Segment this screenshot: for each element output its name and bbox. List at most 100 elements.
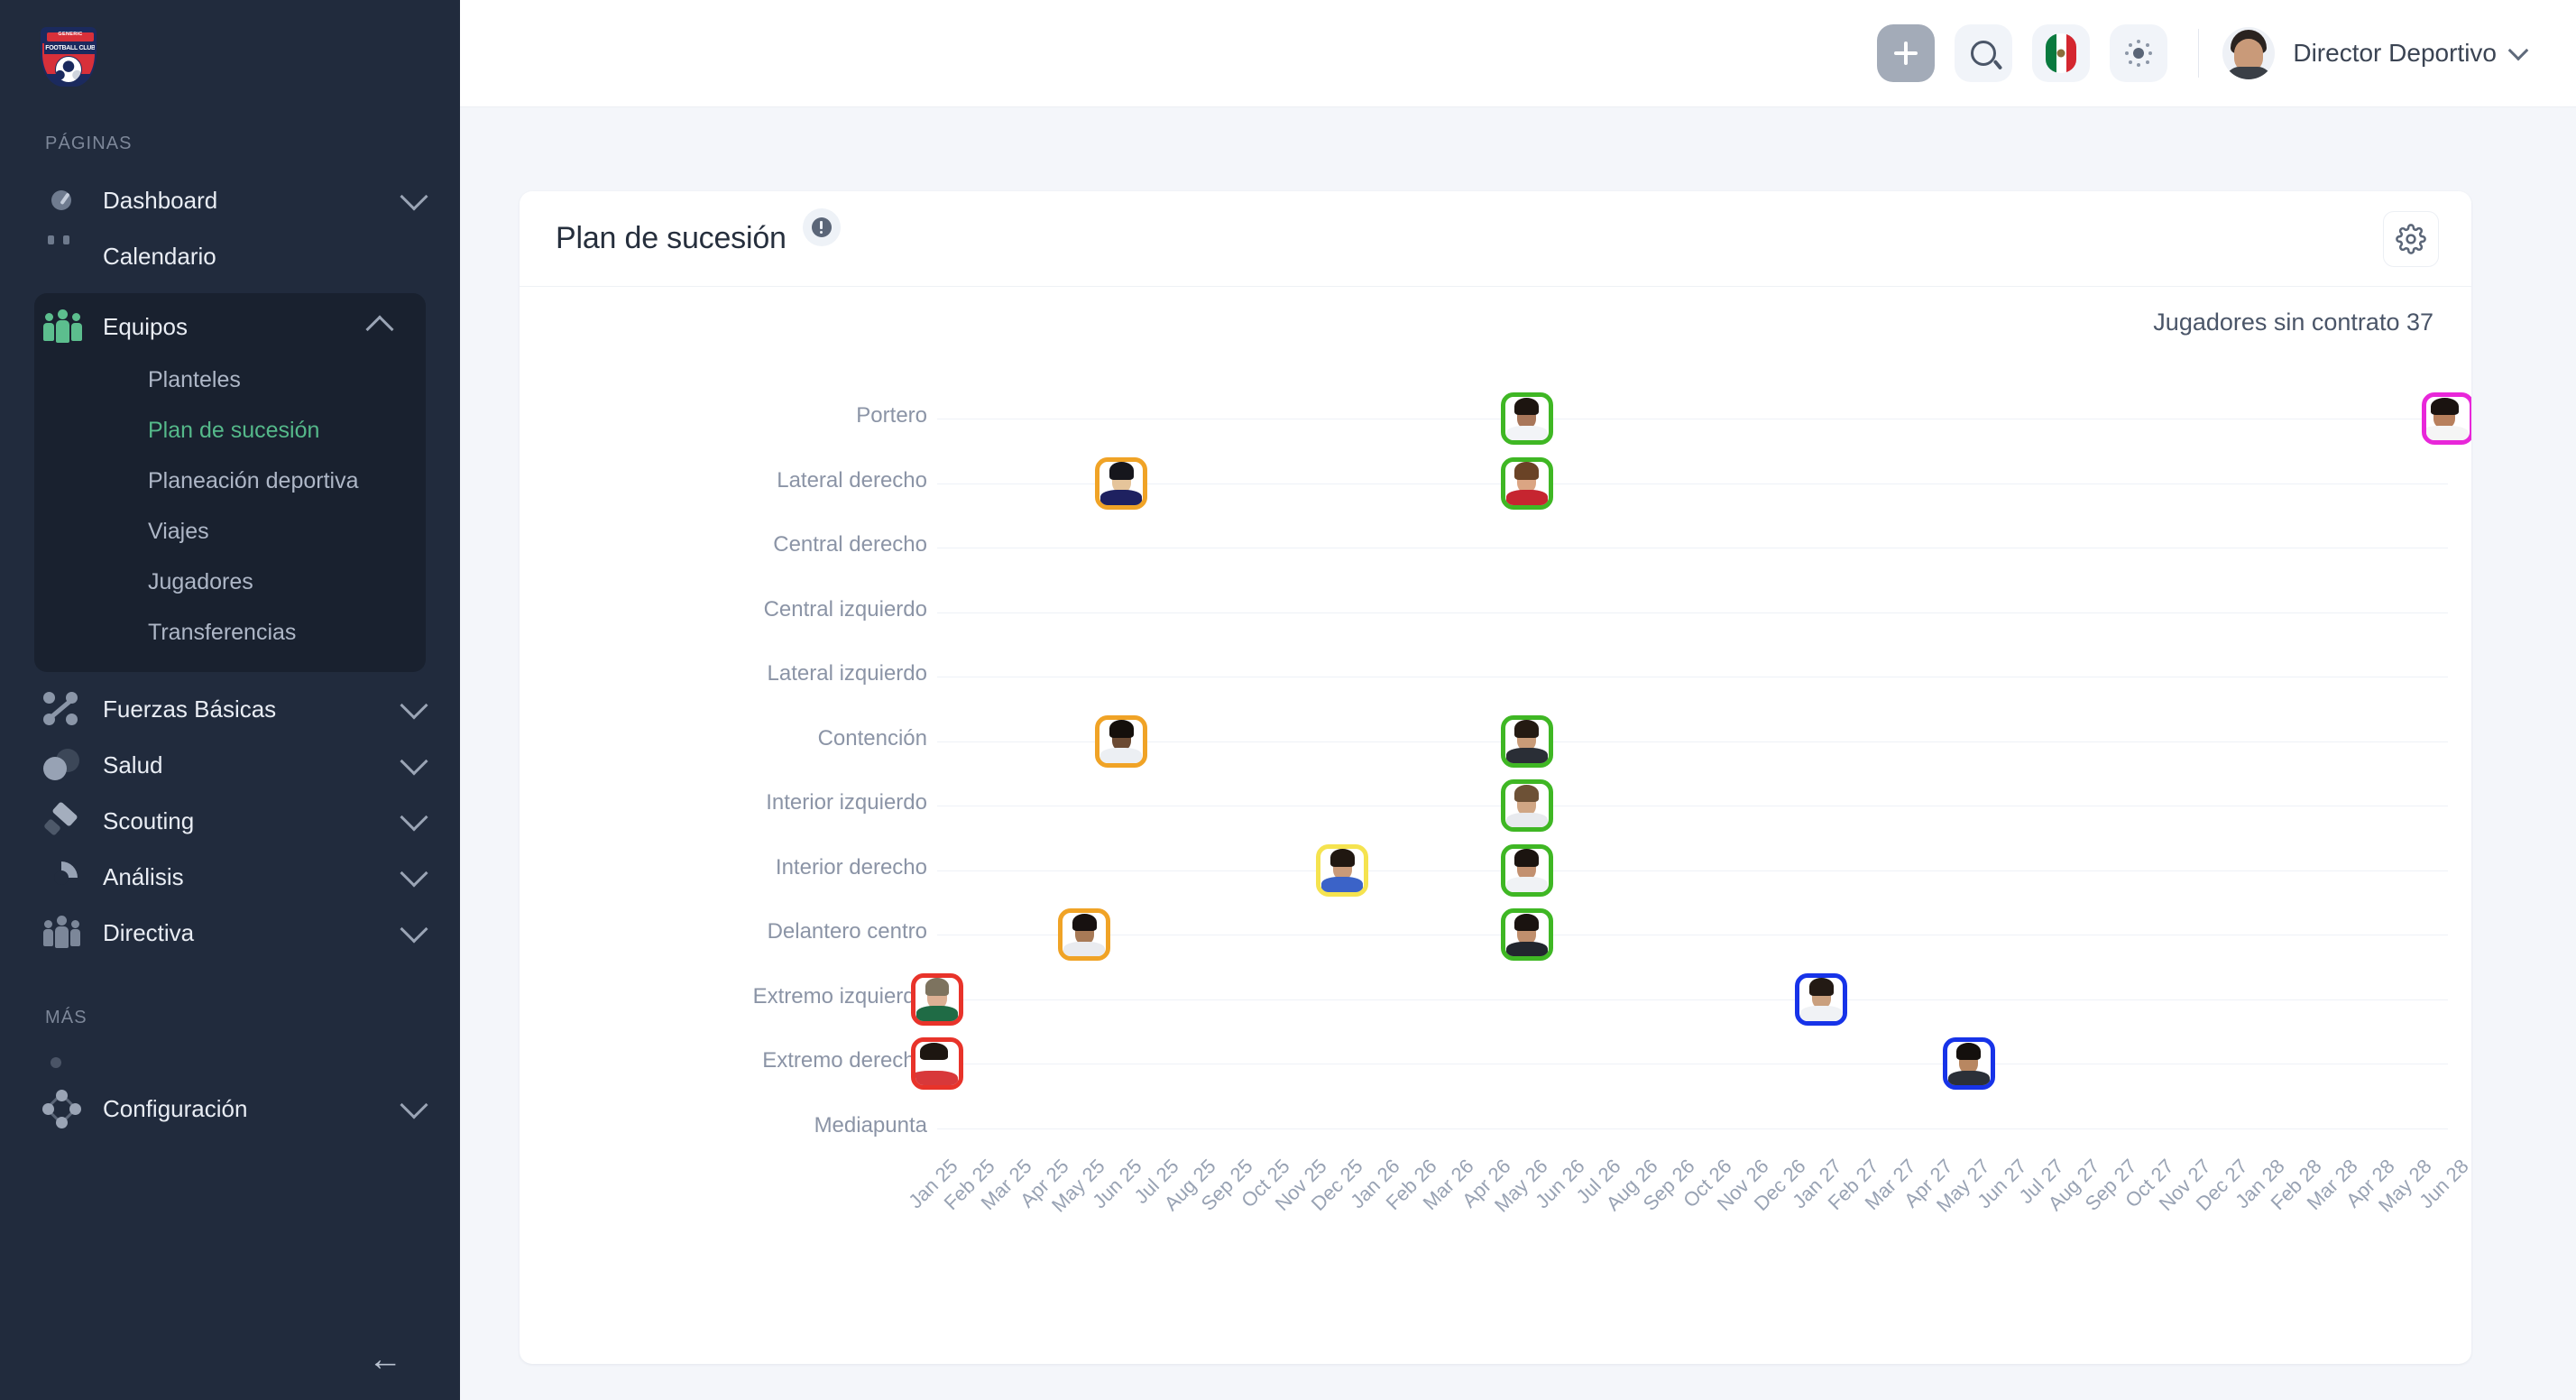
y-axis-label: Delantero centro [767, 919, 927, 944]
player-photo [1799, 978, 1843, 1021]
sidebar-item-configuracion[interactable]: Configuración [0, 1081, 460, 1137]
sidebar-item-planeacion-deportiva[interactable]: Planeación deportiva [34, 456, 426, 506]
sidebar-item-label: Dashboard [103, 186, 218, 214]
chevron-down-icon[interactable] [400, 1091, 428, 1119]
y-axis-label: Portero [856, 403, 927, 428]
crest-line2: FOOTBALL CLUB [44, 42, 95, 54]
sidebar-item-jugadores[interactable]: Jugadores [34, 557, 426, 607]
sidebar: GENERIC FOOTBALL CLUB PÁGINAS Dashboard … [0, 0, 460, 1400]
gridline [937, 1128, 2448, 1129]
y-axis-label: Extremo derecho [762, 1048, 927, 1073]
chevron-down-icon[interactable] [2507, 40, 2529, 61]
player-marker[interactable] [1500, 908, 1553, 961]
sidebar-item-label: Fuerzas Básicas [103, 695, 277, 723]
sidebar-item-label: Calendario [103, 242, 216, 270]
sidebar-item-viajes[interactable]: Viajes [34, 506, 426, 557]
sidebar-item-fuerzas-basicas[interactable]: Fuerzas Básicas [0, 681, 460, 737]
player-photo [1505, 720, 1549, 763]
chart-row: Mediapunta [520, 1113, 2471, 1138]
player-photo [1505, 462, 1549, 505]
chevron-up-icon[interactable] [365, 315, 394, 344]
sidebar-section-more: MÁS [45, 1008, 87, 1027]
info-exclamation-icon[interactable] [802, 207, 841, 246]
player-photo [1505, 397, 1549, 440]
sidebar-item-scouting[interactable]: Scouting [0, 793, 460, 849]
settings-button[interactable] [2383, 210, 2439, 267]
chevron-down-icon[interactable] [400, 747, 428, 776]
y-axis-label: Interior derecho [775, 854, 927, 880]
club-logo[interactable]: GENERIC FOOTBALL CLUB [0, 0, 460, 117]
chevron-down-icon[interactable] [400, 859, 428, 888]
player-marker[interactable] [1500, 843, 1553, 897]
y-axis-label: Lateral izquierdo [767, 661, 927, 686]
y-axis-label: Contención [817, 725, 927, 751]
y-axis-label: Mediapunta [814, 1112, 927, 1138]
player-marker[interactable] [1500, 714, 1553, 768]
sidebar-item-label: Análisis [103, 862, 184, 890]
player-marker[interactable] [1316, 843, 1369, 897]
sidebar-item-label: Directiva [103, 918, 195, 946]
plus-icon [1894, 41, 1918, 65]
chevron-down-icon[interactable] [400, 915, 428, 944]
player-marker[interactable] [911, 1037, 963, 1090]
diamond-nodes-icon [42, 1089, 83, 1128]
main-area: Director Deportivo Plan de sucesión Juga… [460, 0, 2576, 1400]
calendar-icon [43, 236, 83, 276]
sidebar-item-salud[interactable]: Salud [0, 737, 460, 793]
player-marker[interactable] [911, 972, 963, 1026]
page-title: Plan de sucesión [556, 221, 787, 255]
sidebar-item-label: Equipos [103, 312, 188, 340]
chevron-down-icon[interactable] [400, 182, 428, 211]
player-marker[interactable] [2422, 392, 2471, 445]
card-header: Plan de sucesión [520, 191, 2471, 287]
player-marker[interactable] [1500, 456, 1553, 510]
sidebar-item-calendario[interactable]: Calendario [0, 228, 460, 284]
collapse-arrow-left-icon[interactable]: ← [361, 1335, 409, 1384]
sidebar-item-label: Salud [103, 751, 163, 778]
sidebar-section-pages: PÁGINAS [45, 134, 133, 153]
sidebar-item-dashboard[interactable]: Dashboard [0, 172, 460, 228]
card-subheader: Jugadores sin contrato 37 [520, 287, 2471, 357]
topbar-divider [2198, 29, 2200, 78]
theme-toggle-button[interactable] [2110, 24, 2168, 82]
player-marker[interactable] [1058, 908, 1111, 961]
sidebar-item-planteles[interactable]: Planteles [34, 355, 426, 405]
chart-x-axis: Jan 25 Feb 25 Mar 25 Apr 25 May 25 Jun 25 Jul … [520, 1151, 2471, 1331]
search-button[interactable] [1955, 24, 2013, 82]
player-photo [1320, 849, 1364, 892]
chart-row: Interior derecho [520, 855, 2471, 880]
club-crest-icon: GENERIC FOOTBALL CLUB [41, 27, 97, 87]
add-button[interactable] [1877, 24, 1936, 82]
brightness-sun-icon [2125, 40, 2153, 67]
language-button[interactable] [2032, 24, 2091, 82]
player-photo [1947, 1042, 1991, 1085]
people-group-icon [43, 307, 83, 346]
player-marker[interactable] [1795, 972, 1848, 1026]
chevron-down-icon[interactable] [400, 691, 428, 720]
sidebar-item-equipos[interactable]: Equipos [34, 299, 426, 355]
chart-row: Central izquierdo [520, 597, 2471, 622]
gridline [937, 612, 2448, 613]
player-photo [2426, 397, 2470, 440]
y-axis-label: Extremo izquierdo [752, 983, 927, 1009]
sidebar-item-plan-de-sucesion[interactable]: Plan de sucesión [34, 405, 426, 456]
chevron-down-icon[interactable] [400, 803, 428, 832]
chart-plot-area: Portero Lateral derecho Central derecho Cen… [520, 357, 2471, 1151]
player-marker[interactable] [1500, 392, 1553, 445]
player-photo [915, 978, 959, 1021]
players-without-contract-summary: Jugadores sin contrato 37 [2153, 308, 2433, 336]
gridline [937, 999, 2448, 1000]
player-photo [1505, 913, 1549, 956]
player-photo [1505, 784, 1549, 827]
user-menu[interactable]: Director Deportivo [2222, 27, 2529, 79]
player-marker[interactable] [1095, 714, 1148, 768]
placeholder-avatar-icon [1099, 462, 1143, 505]
sidebar-item-analisis[interactable]: Análisis [0, 849, 460, 905]
mexico-flag-icon [2046, 33, 2077, 73]
player-marker[interactable] [1095, 456, 1148, 510]
succession-plan-chart: Portero Lateral derecho Central derecho Cen… [520, 357, 2471, 1349]
player-marker[interactable] [1942, 1037, 1995, 1090]
player-marker[interactable] [1500, 779, 1553, 832]
sidebar-item-transferencias[interactable]: Transferencias [34, 607, 426, 658]
sidebar-item-directiva[interactable]: Directiva [0, 905, 460, 961]
